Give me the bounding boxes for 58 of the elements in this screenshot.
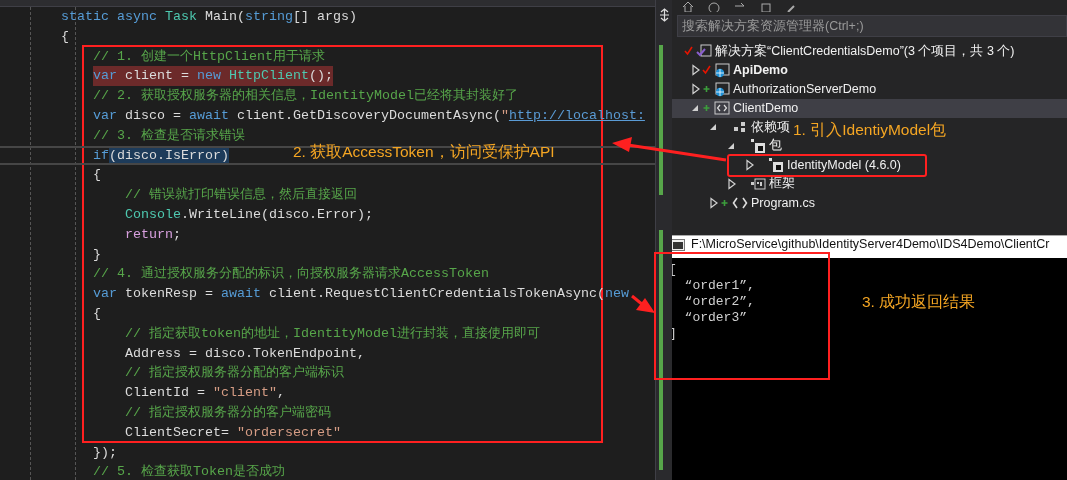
tree-item[interactable]: AuthorizationServerDemo: [672, 79, 877, 99]
code-line: {: [93, 304, 101, 323]
collapsed-triangle-icon[interactable]: [708, 196, 720, 209]
code-line: {: [93, 166, 101, 185]
dependencies-icon: [732, 119, 748, 135]
code-line: // 3. 检查是否请求错误: [93, 126, 245, 145]
tree-item[interactable]: 依赖项: [672, 117, 790, 137]
house-icon[interactable]: [682, 0, 694, 12]
tree-item[interactable]: IdentityModel (4.6.0): [672, 155, 901, 175]
collapsed-triangle-icon[interactable]: [690, 64, 702, 77]
console-output-line: “order1”,: [683, 278, 755, 294]
tree-item[interactable]: ClientDemo: [672, 98, 1067, 118]
code-line: // 指定获取token的地址，IdentityModel进行封装，直接使用即可: [125, 324, 540, 343]
globe-icon: [714, 62, 730, 79]
code-line: Console.WriteLine(disco.Error);: [125, 205, 373, 224]
annotation-label: 3. 成功返回结果: [862, 292, 976, 312]
window-title: F:\MicroService\github\IdentityServer4Demo\IDS4Demo\ClientCr: [691, 237, 1050, 251]
code-line: return;: [125, 225, 181, 244]
framework-icon: [750, 175, 766, 192]
code-line: {: [61, 27, 69, 46]
annotation-arrow: [631, 294, 655, 313]
console-output-line: “order3”: [683, 310, 747, 326]
annotation-label: 2. 获取AccessToken，访问受保护API: [293, 142, 555, 162]
collapsed-triangle-icon[interactable]: [744, 158, 756, 171]
code-line: // 1. 创建一个HttpClient用于请求: [93, 47, 325, 66]
annotation-label: 1. 引入IdentiyModel包: [793, 120, 947, 140]
search-field[interactable]: 搜索解决方案资源管理器(Ctrl+;): [677, 15, 1067, 37]
code-line: // 2. 获取授权服务器的相关信息，IdentityModel已经将其封装好了: [93, 87, 518, 106]
code-project-icon: [714, 100, 730, 117]
code-line: if(disco.IsError): [93, 147, 229, 164]
code-line: // 错误就打印错误信息，然后直接返回: [125, 186, 357, 205]
code-line: static async Task Main(string[] args): [61, 8, 357, 26]
code-line: // 指定授权服务器分的客户端密码: [125, 403, 331, 422]
code-line: // 指定授权服务器分配的客户端标识: [125, 364, 344, 383]
tree-item[interactable]: 包: [672, 136, 782, 156]
splitter-icon[interactable]: [659, 8, 670, 22]
tree-item[interactable]: 框架: [672, 174, 795, 194]
code-line: ClientId = "client",: [125, 384, 285, 403]
solution-icon: [696, 43, 712, 60]
package-icon: [750, 137, 766, 154]
package-icon: [768, 156, 784, 173]
console-app-icon: [671, 239, 685, 251]
clock-icon[interactable]: [708, 0, 720, 12]
tree-item[interactable]: 解决方案“ClientCredentialsDemo”(3 个项目，共 3 个): [672, 42, 1015, 61]
code-line: ClientSecret= "ordersecret": [125, 423, 341, 442]
tree-item[interactable]: Program.cs: [672, 193, 815, 212]
code-line: // 4. 通过授权服务分配的标识，向授权服务器请求AccessToken: [93, 265, 489, 284]
code-line: Address = disco.TokenEndpoint,: [125, 344, 365, 363]
editor-scrollbar[interactable]: [655, 0, 672, 480]
code-line: // 5. 检查获取Token是否成功: [93, 463, 285, 480]
code-line: });: [93, 443, 117, 462]
code-line: }: [93, 245, 101, 264]
console-output-line: “order2”,: [683, 294, 755, 310]
console-output-line: [: [669, 262, 677, 278]
collapsed-triangle-icon[interactable]: [726, 177, 738, 190]
tree-item[interactable]: ApiDemo: [672, 60, 788, 80]
collapsed-triangle-icon[interactable]: [690, 83, 702, 96]
globe-icon: [714, 81, 730, 98]
